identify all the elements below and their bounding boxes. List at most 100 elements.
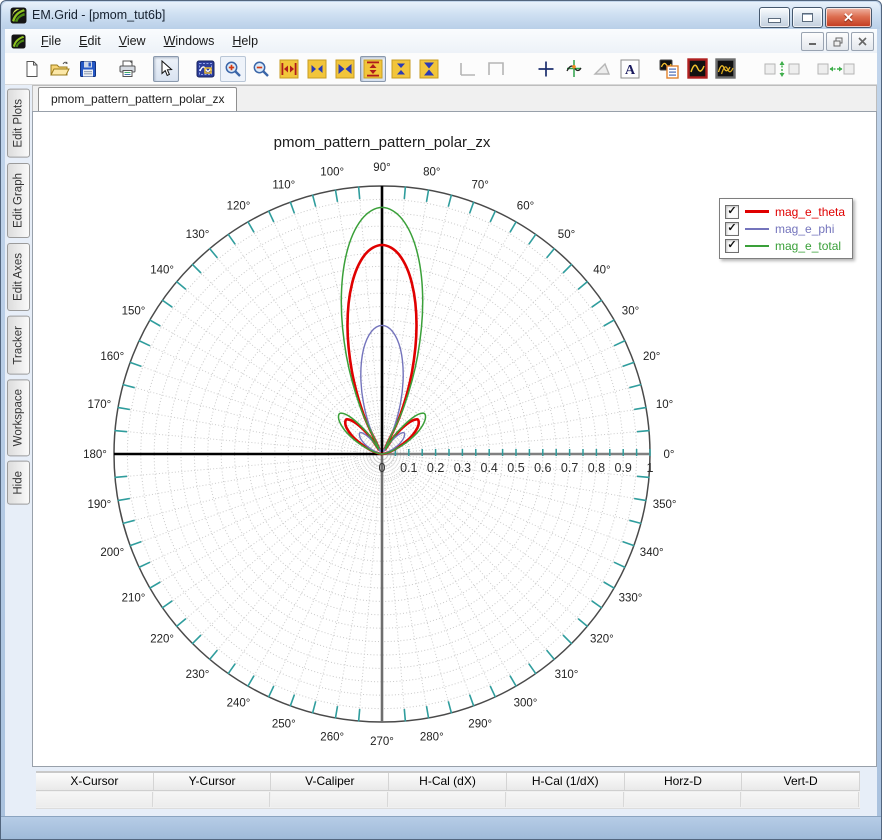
mdi-close-icon	[858, 37, 867, 46]
tracker-button[interactable]	[561, 56, 587, 82]
angle-tick	[162, 300, 172, 307]
fit-vertical-button	[762, 56, 802, 82]
new-file-button[interactable]	[19, 56, 45, 82]
shrink-vertical-button[interactable]	[388, 56, 414, 82]
maximize-icon	[802, 13, 813, 22]
menu-item-view[interactable]: View	[110, 31, 155, 51]
angle-tick	[510, 222, 516, 233]
angle-tick	[359, 709, 360, 722]
crosshair-button[interactable]	[533, 56, 559, 82]
readout-value-row	[36, 791, 860, 809]
readout-value-vert-d	[742, 792, 859, 807]
readout-value-horz-d	[625, 792, 742, 807]
angle-tick	[404, 709, 405, 722]
grid-spoke	[383, 459, 451, 713]
pointer-tool-button[interactable]	[153, 56, 179, 82]
axes-corner-icon	[459, 61, 477, 77]
menu-items: FileEditViewWindowsHelp	[32, 31, 267, 51]
angle-label-110: 110°	[272, 179, 295, 191]
angle-tick	[614, 562, 625, 567]
angle-tick	[592, 300, 602, 307]
grid-spoke	[383, 459, 429, 718]
legend-checkbox-mag-e-total[interactable]: ✓	[725, 239, 739, 253]
close-button[interactable]: ✕	[825, 7, 872, 28]
angle-label-50: 50°	[558, 229, 575, 241]
angle-tick	[209, 650, 217, 660]
legend-line-sample	[745, 245, 769, 247]
angle-tick	[427, 190, 429, 202]
grid-spoke	[139, 456, 377, 567]
expand-horizontal-button[interactable]	[276, 56, 302, 82]
angle-tick	[547, 650, 555, 660]
readout-header-row: X-CursorY-CursorV-CaliperH-Cal (dX)H-Cal…	[36, 773, 860, 791]
shrink-horizontal-icon	[307, 59, 327, 79]
legend-box: ✓mag_e_theta✓mag_e_phi✓mag_e_total	[719, 198, 853, 259]
angle-label-210: 210°	[122, 593, 146, 605]
text-annotation-button[interactable]: A	[617, 56, 643, 82]
angle-tick	[490, 686, 495, 697]
minimize-button[interactable]	[759, 7, 790, 28]
shrink-horizontal-button[interactable]	[304, 56, 330, 82]
legend-checkbox-mag-e-phi[interactable]: ✓	[725, 222, 739, 236]
sidebar-item-edit-axes[interactable]: Edit Axes	[7, 243, 30, 311]
legend-entry-mag-e-phi[interactable]: ✓mag_e_phi	[725, 220, 845, 237]
angle-label-80: 80°	[423, 166, 440, 178]
legend-entry-mag-e-total[interactable]: ✓mag_e_total	[725, 237, 845, 254]
expand-vertical-button[interactable]	[360, 56, 386, 82]
menu-item-edit[interactable]: Edit	[70, 31, 110, 51]
angle-tick	[192, 264, 201, 273]
save-button[interactable]	[75, 56, 101, 82]
sidebar-item-hide[interactable]: Hide	[7, 461, 30, 505]
slope-button	[589, 56, 615, 82]
grid-spoke	[386, 457, 587, 626]
angle-tick	[604, 320, 615, 326]
readout-header-vert-d: Vert-D	[742, 773, 860, 790]
angle-tick	[637, 431, 650, 432]
angle-tick	[335, 706, 337, 718]
angle-label-190: 190°	[88, 499, 112, 511]
multi-curve-button[interactable]	[712, 56, 738, 82]
window-title: EM.Grid - [pmom_tut6b]	[32, 8, 165, 23]
sidebar-tabstrip: Edit Plots Edit Graph Edit Axes Tracker Work…	[5, 89, 32, 817]
mdi-close-button[interactable]	[851, 32, 874, 51]
legend-entry-mag-e-theta[interactable]: ✓mag_e_theta	[725, 203, 845, 220]
sidebar-item-workspace[interactable]: Workspace	[7, 379, 30, 456]
tab-pmom-pattern-pattern-polar-zx[interactable]: pmom_pattern_pattern_polar_zx	[38, 87, 237, 111]
grid-spoke	[386, 457, 601, 608]
zoom-window-button[interactable]	[192, 56, 218, 82]
readout-value-x-cursor	[36, 792, 153, 807]
readout-header-h-cal-1-dx: H-Cal (1/dX)	[507, 773, 625, 790]
zoom-out-button[interactable]	[248, 56, 274, 82]
angle-label-240: 240°	[227, 698, 251, 710]
menu-item-windows[interactable]: Windows	[155, 31, 224, 51]
angle-tick	[623, 542, 635, 546]
grid-spoke	[163, 457, 378, 608]
grid-spoke	[118, 455, 377, 501]
mdi-minimize-button[interactable]	[801, 32, 824, 51]
angle-tick	[510, 676, 516, 687]
mdi-restore-button[interactable]	[826, 32, 849, 51]
angle-tick	[578, 281, 588, 289]
zoom-in-button[interactable]	[220, 56, 246, 82]
grid-spoke	[248, 222, 379, 450]
open-file-button[interactable]	[47, 56, 73, 82]
menu-item-file[interactable]: File	[32, 31, 70, 51]
single-curve-button[interactable]	[684, 56, 710, 82]
grid-spoke	[139, 341, 377, 452]
angle-tick	[604, 582, 615, 588]
compress-vertical-button[interactable]	[416, 56, 442, 82]
print-button[interactable]	[114, 56, 140, 82]
menu-item-help[interactable]: Help	[223, 31, 267, 51]
compress-horizontal-button[interactable]	[332, 56, 358, 82]
grid-spoke	[123, 455, 377, 523]
legend-checkbox-mag-e-theta[interactable]: ✓	[725, 205, 739, 219]
angle-tick	[139, 341, 150, 346]
title-bar[interactable]: EM.Grid - [pmom_tut6b] ✕	[2, 2, 880, 29]
sidebar-item-edit-graph[interactable]: Edit Graph	[7, 163, 30, 238]
sidebar-item-edit-plots[interactable]: Edit Plots	[7, 89, 30, 158]
mdi-restore-icon	[833, 37, 843, 47]
legend-toggle-button[interactable]	[656, 56, 682, 82]
expand-vertical-icon	[363, 59, 383, 79]
sidebar-item-tracker[interactable]: Tracker	[7, 316, 30, 375]
maximize-button[interactable]	[792, 7, 823, 28]
